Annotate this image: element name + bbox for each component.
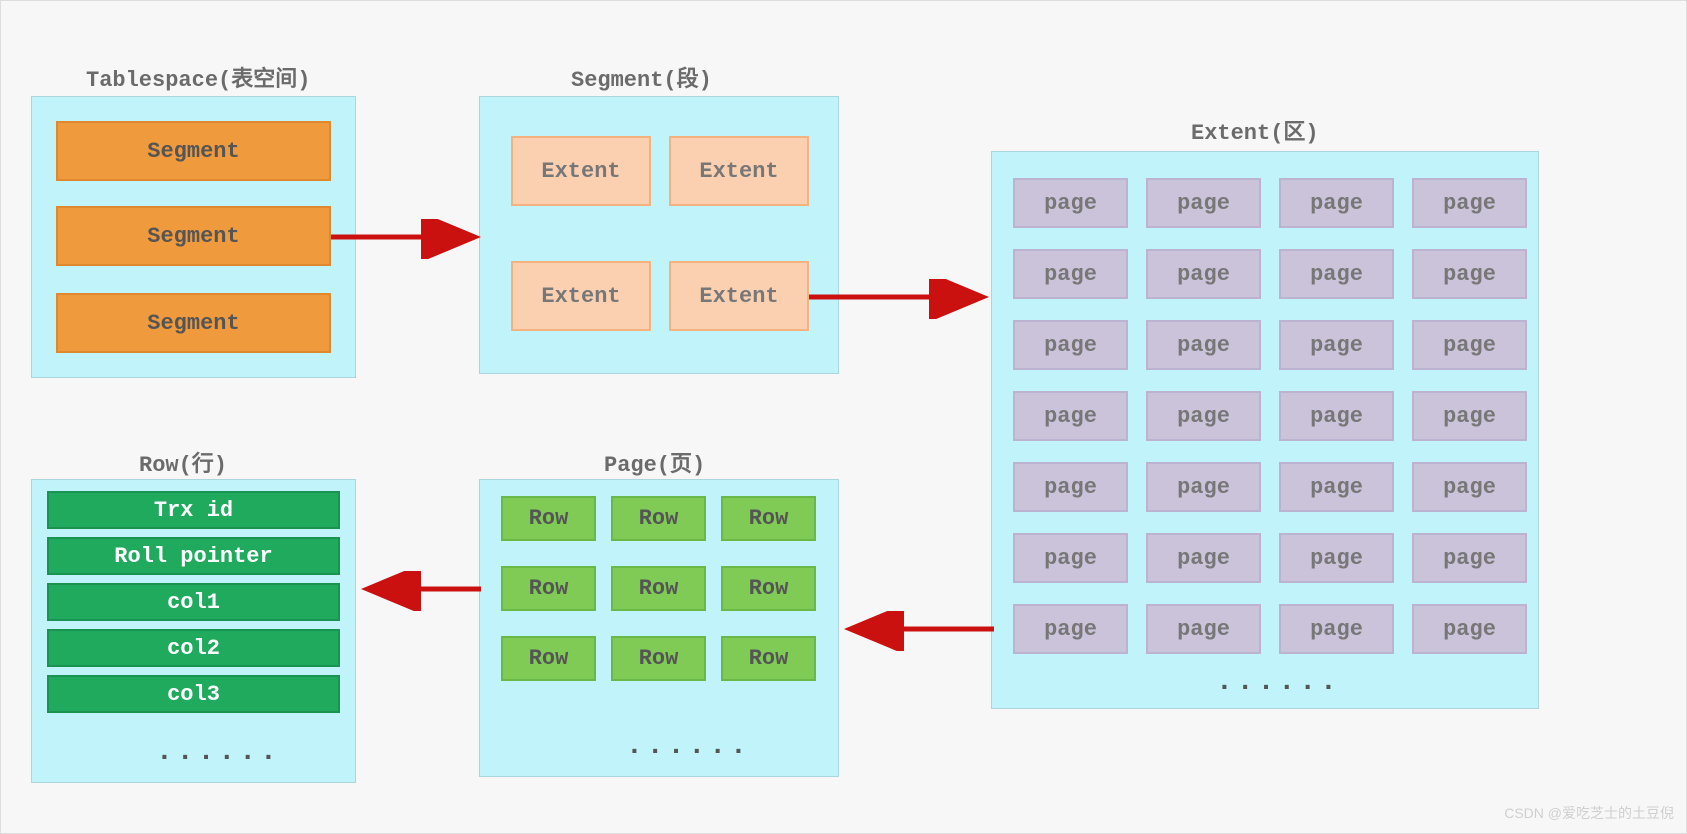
extent-page: page: [1279, 604, 1394, 654]
page-row: Row: [611, 496, 706, 541]
segment-title: Segment(段): [571, 61, 712, 93]
extent-page: page: [1412, 533, 1527, 583]
row-item: Trx id: [47, 491, 340, 529]
page-row: Row: [721, 566, 816, 611]
segment-extent: Extent: [669, 136, 809, 206]
row-item: col1: [47, 583, 340, 621]
extent-page: page: [1279, 320, 1394, 370]
extent-page: page: [1279, 533, 1394, 583]
extent-page: page: [1146, 533, 1261, 583]
extent-page: page: [1146, 249, 1261, 299]
extent-page: page: [1146, 462, 1261, 512]
tablespace-segment: Segment: [56, 121, 331, 181]
extent-page: page: [1013, 462, 1128, 512]
page-row: Row: [721, 496, 816, 541]
page-row: Row: [611, 636, 706, 681]
extent-page: page: [1279, 178, 1394, 228]
tablespace-segment: Segment: [56, 206, 331, 266]
extent-page: page: [1146, 391, 1261, 441]
extent-page: page: [1146, 178, 1261, 228]
tablespace-title: Tablespace(表空间): [86, 61, 310, 93]
extent-page: page: [1412, 391, 1527, 441]
page-row: Row: [501, 636, 596, 681]
extent-page: page: [1013, 533, 1128, 583]
row-item: col3: [47, 675, 340, 713]
extent-page: page: [1013, 320, 1128, 370]
extent-page: page: [1412, 320, 1527, 370]
extent-page: page: [1146, 320, 1261, 370]
watermark: CSDN @爱吃芝士的土豆倪: [1504, 803, 1674, 823]
page-title: Page(页): [604, 446, 705, 478]
row-ellipsis: ......: [156, 737, 281, 768]
diagram-canvas: Tablespace(表空间) Segment Segment Segment …: [0, 0, 1687, 834]
extent-page: page: [1412, 462, 1527, 512]
extent-page: page: [1279, 462, 1394, 512]
row-item: col2: [47, 629, 340, 667]
extent-page: page: [1279, 391, 1394, 441]
page-row: Row: [611, 566, 706, 611]
extent-page: page: [1146, 604, 1261, 654]
arrow-extent-to-page: [839, 611, 999, 651]
extent-page: page: [1412, 604, 1527, 654]
extent-page: page: [1013, 391, 1128, 441]
extent-page: page: [1013, 249, 1128, 299]
extent-page: page: [1013, 604, 1128, 654]
page-row: Row: [721, 636, 816, 681]
arrow-page-to-row: [356, 571, 486, 611]
segment-extent: Extent: [669, 261, 809, 331]
extent-page: page: [1279, 249, 1394, 299]
extent-page: page: [1013, 178, 1128, 228]
segment-extent: Extent: [511, 261, 651, 331]
page-ellipsis: ......: [626, 731, 751, 762]
page-row: Row: [501, 496, 596, 541]
segment-extent: Extent: [511, 136, 651, 206]
page-row: Row: [501, 566, 596, 611]
tablespace-segment: Segment: [56, 293, 331, 353]
row-item: Roll pointer: [47, 537, 340, 575]
row-title: Row(行): [139, 446, 227, 478]
extent-title: Extent(区): [1191, 114, 1319, 146]
extent-page: page: [1412, 178, 1527, 228]
extent-page: page: [1412, 249, 1527, 299]
extent-ellipsis: ......: [1216, 667, 1341, 698]
